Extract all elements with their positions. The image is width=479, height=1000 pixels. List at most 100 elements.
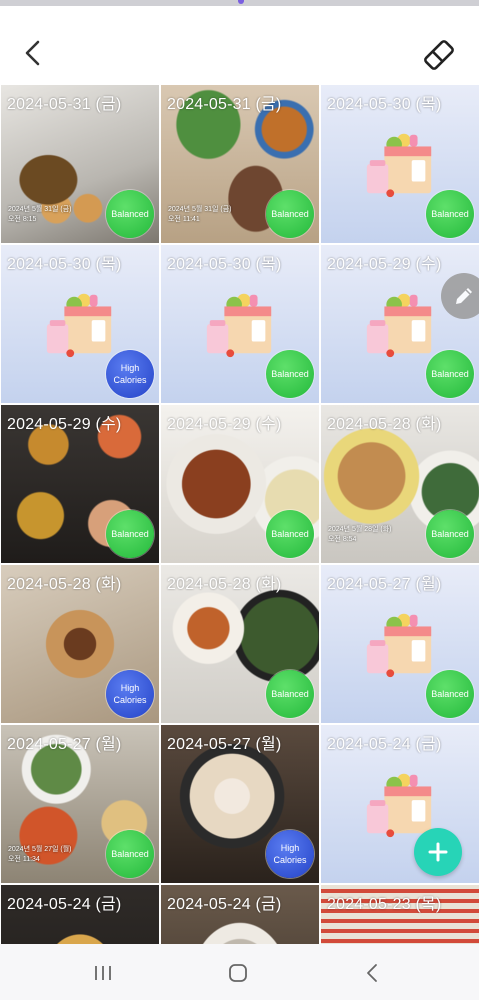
meal-tile[interactable]: 2024-05-28 (화) Balanced xyxy=(161,565,319,723)
badge-label: Balanced xyxy=(271,529,309,539)
balanced-badge: Balanced xyxy=(266,670,314,718)
grocery-bag-icon xyxy=(41,285,119,363)
badge-label: Balanced xyxy=(111,849,149,859)
system-back-button[interactable] xyxy=(360,960,386,986)
badge-label: Balanced xyxy=(111,529,149,539)
grocery-bag-icon xyxy=(361,125,439,203)
high-calories-badge: High Calories xyxy=(106,350,154,398)
meal-tile[interactable]: 2024-05-30 (목) Balanced xyxy=(321,85,479,243)
meal-tile[interactable]: 2024년 5월 28일 (화) 오전 8:54 2024-05-28 (화) Bal… xyxy=(321,405,479,563)
meal-tile[interactable]: 2024-05-27 (월) Balanced xyxy=(321,565,479,723)
balanced-badge: Balanced xyxy=(266,510,314,558)
status-indicator xyxy=(238,0,244,4)
meal-date: 2024-05-24 (금) xyxy=(327,736,442,753)
photo-timestamp: 2024년 5월 28일 (화) 오전 8:54 xyxy=(328,525,392,545)
meal-date: 2024-05-29 (수) xyxy=(7,416,122,433)
meal-tile[interactable]: 2024-05-30 (목) High Calories xyxy=(1,245,159,403)
badge-label: Calories xyxy=(273,855,307,865)
back-button[interactable] xyxy=(16,36,50,70)
badge-label: Balanced xyxy=(271,689,309,699)
meal-tile[interactable]: 2024-05-29 (수) Balanced xyxy=(161,405,319,563)
home-icon xyxy=(229,964,247,982)
meal-date: 2024-05-30 (목) xyxy=(7,256,122,273)
balanced-badge: Balanced xyxy=(426,190,474,238)
meal-date: 2024-05-29 (수) xyxy=(167,416,282,433)
recents-button[interactable] xyxy=(90,960,116,986)
meal-tile[interactable]: 2024-05-30 (목) Balanced xyxy=(161,245,319,403)
meal-tile[interactable]: 2024-05-29 (수) Balanced xyxy=(1,405,159,563)
meal-date: 2024-05-30 (목) xyxy=(167,256,282,273)
photo-timestamp-line: 2024년 5월 31일 (금) xyxy=(168,206,232,213)
badge-label: Calories xyxy=(113,695,147,705)
badge-label: Calories xyxy=(113,375,147,385)
meal-date: 2024-05-24 (금) xyxy=(167,896,282,913)
photo-timestamp-line: 2024년 5월 28일 (화) xyxy=(328,526,392,533)
meal-date: 2024-05-28 (화) xyxy=(167,576,282,593)
meal-tile[interactable]: 2024-05-24 (금) xyxy=(161,885,319,944)
badge-label: Balanced xyxy=(111,209,149,219)
grocery-bag-icon xyxy=(361,605,439,683)
recents-icon xyxy=(95,966,111,980)
meal-date: 2024-05-29 (수) xyxy=(327,256,442,273)
meal-date: 2024-05-23 (목) xyxy=(327,896,442,913)
system-nav-bar xyxy=(0,944,479,1000)
pencil-icon xyxy=(456,288,472,304)
photo-timestamp-line: 2024년 5월 27일 (월) xyxy=(8,846,72,853)
meal-tile[interactable]: 2024년 5월 31일 (금) 오전 11:41 2024-05-31 (금) Ba… xyxy=(161,85,319,243)
meal-tile[interactable]: 2024년 5월 31일 (금) 오전 8:15 2024-05-31 (금) Bal… xyxy=(1,85,159,243)
badge-label: Balanced xyxy=(431,369,469,379)
photo-timestamp-line: 2024년 5월 31일 (금) xyxy=(8,206,72,213)
badge-label: Balanced xyxy=(271,209,309,219)
balanced-badge: Balanced xyxy=(266,350,314,398)
photo-timestamp-line: 오전 11:41 xyxy=(168,216,200,223)
home-button[interactable] xyxy=(225,960,251,986)
meal-date: 2024-05-28 (화) xyxy=(327,416,442,433)
meal-date: 2024-05-27 (월) xyxy=(167,736,282,753)
photo-timestamp: 2024년 5월 31일 (금) 오전 11:41 xyxy=(168,205,232,225)
balanced-badge: Balanced xyxy=(106,190,154,238)
badge-label: Balanced xyxy=(431,689,469,699)
edit-button[interactable] xyxy=(441,273,479,319)
high-calories-badge: High Calories xyxy=(106,670,154,718)
plus-icon xyxy=(428,842,448,862)
photo-timestamp-line: 오전 8:54 xyxy=(328,536,357,543)
balanced-badge: Balanced xyxy=(266,190,314,238)
photo-timestamp: 2024년 5월 27일 (월) 오전 11:34 xyxy=(8,845,72,865)
badge-label: High xyxy=(120,683,140,693)
meal-grid: 2024년 5월 31일 (금) 오전 8:15 2024-05-31 (금) Bal… xyxy=(0,84,479,944)
meal-tile[interactable]: 2024-05-23 (목) xyxy=(321,885,479,944)
grocery-bag-icon xyxy=(361,285,439,363)
chevron-left-icon xyxy=(25,40,40,66)
meal-tile[interactable]: 2024-05-28 (화) High Calories xyxy=(1,565,159,723)
badge-label: Balanced xyxy=(431,529,469,539)
meal-tile[interactable]: 2024년 5월 27일 (월) 오전 11:34 2024-05-27 (월) Ba… xyxy=(1,725,159,883)
eraser-icon xyxy=(424,40,454,70)
balanced-badge: Balanced xyxy=(106,510,154,558)
balanced-badge: Balanced xyxy=(106,830,154,878)
balanced-badge: Balanced xyxy=(426,670,474,718)
add-meal-button[interactable] xyxy=(414,828,462,876)
photo-timestamp-line: 오전 11:34 xyxy=(8,856,40,863)
meal-date: 2024-05-24 (금) xyxy=(7,896,122,913)
meal-date: 2024-05-30 (목) xyxy=(327,96,442,113)
back-icon xyxy=(367,964,377,982)
eraser-button[interactable] xyxy=(420,36,458,74)
meal-date: 2024-05-27 (월) xyxy=(7,736,122,753)
meal-date: 2024-05-31 (금) xyxy=(167,96,282,113)
meal-tile[interactable]: 2024-05-29 (수) Balanced xyxy=(321,245,479,403)
grocery-bag-icon xyxy=(201,285,279,363)
badge-label: Balanced xyxy=(431,209,469,219)
badge-label: High xyxy=(280,843,300,853)
meal-tile[interactable]: 2024-05-27 (월) High Calories xyxy=(161,725,319,883)
badge-label: Balanced xyxy=(271,369,309,379)
photo-timestamp: 2024년 5월 31일 (금) 오전 8:15 xyxy=(8,205,72,225)
top-app-bar xyxy=(0,6,479,84)
badge-label: High xyxy=(120,363,140,373)
meal-tile[interactable]: 2024-05-24 (금) xyxy=(1,885,159,944)
meal-date: 2024-05-31 (금) xyxy=(7,96,122,113)
meal-date: 2024-05-27 (월) xyxy=(327,576,442,593)
photo-timestamp-line: 오전 8:15 xyxy=(8,216,37,223)
high-calories-badge: High Calories xyxy=(266,830,314,878)
balanced-badge: Balanced xyxy=(426,350,474,398)
balanced-badge: Balanced xyxy=(426,510,474,558)
